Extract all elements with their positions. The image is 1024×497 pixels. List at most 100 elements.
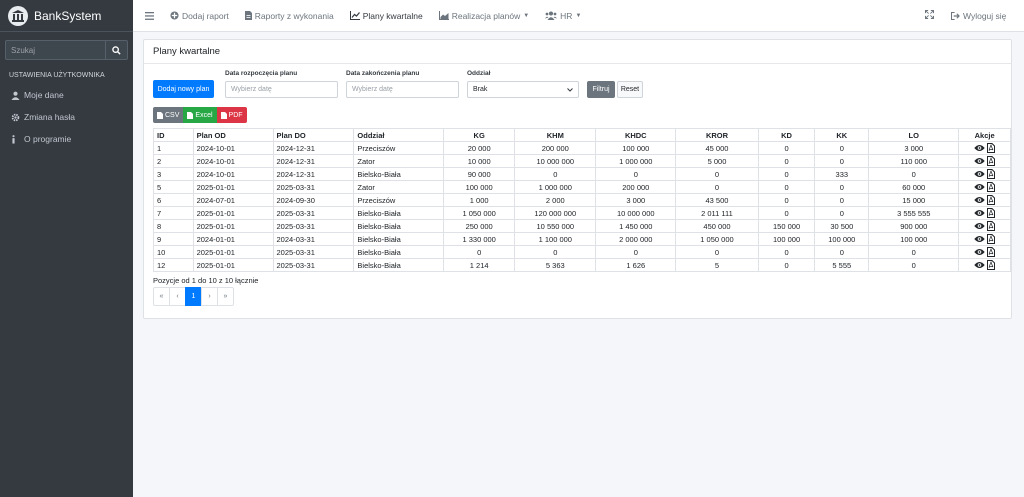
table-cell: 10 000 [443, 154, 516, 168]
table-cell: 9 [153, 232, 194, 246]
table-cell: 0 [595, 167, 677, 181]
nav-raporty-z-wykonania[interactable]: Raporty z wykonania [244, 10, 334, 21]
pdf-file-icon[interactable] [987, 156, 996, 166]
filter-button[interactable]: Filtruj [587, 81, 615, 98]
nav-label: Raporty z wykonania [254, 10, 334, 21]
actions-cell [958, 206, 1011, 220]
table-cell: 90 000 [443, 167, 516, 181]
eye-icon[interactable] [974, 157, 985, 165]
hamburger-icon [145, 11, 154, 20]
column-header[interactable]: KHM [514, 128, 597, 142]
column-header[interactable]: Plan OD [192, 128, 274, 142]
table-cell: 2 [153, 154, 194, 168]
table-cell: 0 [757, 258, 816, 272]
column-header[interactable]: KD [757, 128, 816, 142]
sidebar-search [5, 40, 128, 60]
filters-bar: Dodaj nowy plan Data rozpoczęcia planu W… [153, 70, 1013, 100]
table-header-row: ID Plan OD Plan DO Oddział KG KHM KHDC K… [153, 128, 1011, 142]
nav-label: Dodaj raport [182, 10, 229, 21]
table-cell: 200 000 [595, 180, 677, 194]
export-pdf-button[interactable]: PDF [216, 107, 247, 123]
menu-toggle-button[interactable] [145, 11, 154, 20]
eye-icon[interactable] [974, 196, 985, 204]
column-header[interactable]: ID [153, 128, 194, 142]
eye-icon[interactable] [974, 183, 985, 191]
pdf-file-icon[interactable] [987, 247, 996, 257]
pdf-file-icon[interactable] [987, 234, 996, 244]
table-cell: 1 450 000 [595, 219, 677, 233]
chart-area-icon [438, 11, 449, 20]
column-header[interactable]: Oddział [353, 128, 445, 142]
pdf-file-icon[interactable] [987, 208, 996, 218]
sidebar-item-moje-dane[interactable]: Moje dane [0, 84, 133, 106]
pdf-file-icon[interactable] [987, 195, 996, 205]
start-date-input[interactable]: Wybierz datę [225, 81, 338, 98]
table-cell: 1 050 000 [443, 206, 516, 220]
table-cell: 2025-01-01 [192, 219, 274, 233]
eye-icon[interactable] [974, 209, 985, 217]
column-header[interactable]: KG [443, 128, 516, 142]
column-header[interactable]: LO [868, 128, 960, 142]
table-cell: 5 [153, 180, 194, 194]
eye-icon[interactable] [974, 222, 985, 230]
eye-icon[interactable] [974, 144, 985, 152]
table-cell: 0 [757, 141, 816, 155]
branch-select[interactable]: Brak [467, 81, 579, 98]
pdf-file-icon[interactable] [987, 143, 996, 153]
add-plan-button[interactable]: Dodaj nowy plan [153, 80, 214, 98]
table-cell: 0 [814, 206, 870, 220]
page-last-button[interactable]: » [217, 287, 234, 306]
fullscreen-button[interactable] [925, 10, 934, 19]
table-cell: 60 000 [868, 180, 960, 194]
pdf-file-icon[interactable] [987, 260, 996, 270]
reset-button[interactable]: Reset [617, 81, 643, 98]
eye-icon[interactable] [974, 235, 985, 243]
table-cell: 0 [675, 245, 759, 259]
table-info: Pozycje od 1 do 10 z 10 łącznie [153, 276, 259, 285]
eye-icon[interactable] [974, 170, 985, 178]
page-1-button[interactable]: 1 [185, 287, 202, 306]
table-cell: 900 000 [868, 219, 960, 233]
page-next-button[interactable]: › [201, 287, 218, 306]
pdf-file-icon[interactable] [987, 169, 996, 179]
chevron-down-icon: ▼ [575, 12, 582, 19]
sidebar-item-o-programie[interactable]: O programie [0, 128, 133, 150]
export-excel-button[interactable]: Excel [183, 107, 217, 123]
column-header[interactable]: Plan DO [272, 128, 355, 142]
table-cell: 30 500 [814, 219, 870, 233]
nav-plany-kwartalne[interactable]: Plany kwartalne [349, 11, 423, 21]
table-cell: 100 000 [757, 232, 816, 246]
actions-cell [958, 193, 1011, 207]
table-cell: Bielsko-Biała [353, 167, 445, 181]
nav-realizacja-planow[interactable]: Realizacja planów ▼ [438, 11, 529, 21]
search-icon [112, 45, 121, 55]
pdf-file-icon[interactable] [987, 182, 996, 192]
sidebar: BankSystem USTAWIENIA UŻYTKOWNIKA Moje d… [0, 0, 133, 497]
column-header[interactable]: KHDC [595, 128, 677, 142]
eye-icon[interactable] [974, 261, 985, 269]
search-button[interactable] [105, 40, 128, 60]
page-prev-button[interactable]: ‹ [169, 287, 186, 306]
column-header[interactable]: KK [814, 128, 870, 142]
nav-hr[interactable]: HR ▼ [545, 11, 581, 21]
actions-cell [958, 180, 1011, 194]
table-cell: 3 000 [868, 141, 960, 155]
table-cell: 0 [757, 154, 816, 168]
export-csv-button[interactable]: CSV [153, 107, 184, 123]
table-cell: 0 [595, 245, 677, 259]
logout-button[interactable]: Wyloguj się [951, 11, 1006, 21]
page-first-button[interactable]: « [153, 287, 170, 306]
table-row: 5 2025-01-01 2025-03-31 Zator 100 000 1 000 0… [153, 180, 1011, 194]
end-date-input[interactable]: Wybierz datę [346, 81, 459, 98]
brand[interactable]: BankSystem [0, 0, 133, 32]
table-row: 1 2024-10-01 2024-12-31 Przeciszów 20 000 200… [153, 141, 1011, 155]
nav-dodaj-raport[interactable]: Dodaj raport [170, 11, 229, 21]
table-cell: 1 050 000 [675, 232, 759, 246]
search-input[interactable] [5, 40, 105, 60]
users-icon [545, 11, 558, 20]
pdf-file-icon[interactable] [987, 221, 996, 231]
actions-cell [958, 167, 1011, 181]
column-header[interactable]: KROR [675, 128, 759, 142]
sidebar-item-zmiana-hasla[interactable]: Zmiana hasła [0, 106, 133, 128]
eye-icon[interactable] [974, 248, 985, 256]
